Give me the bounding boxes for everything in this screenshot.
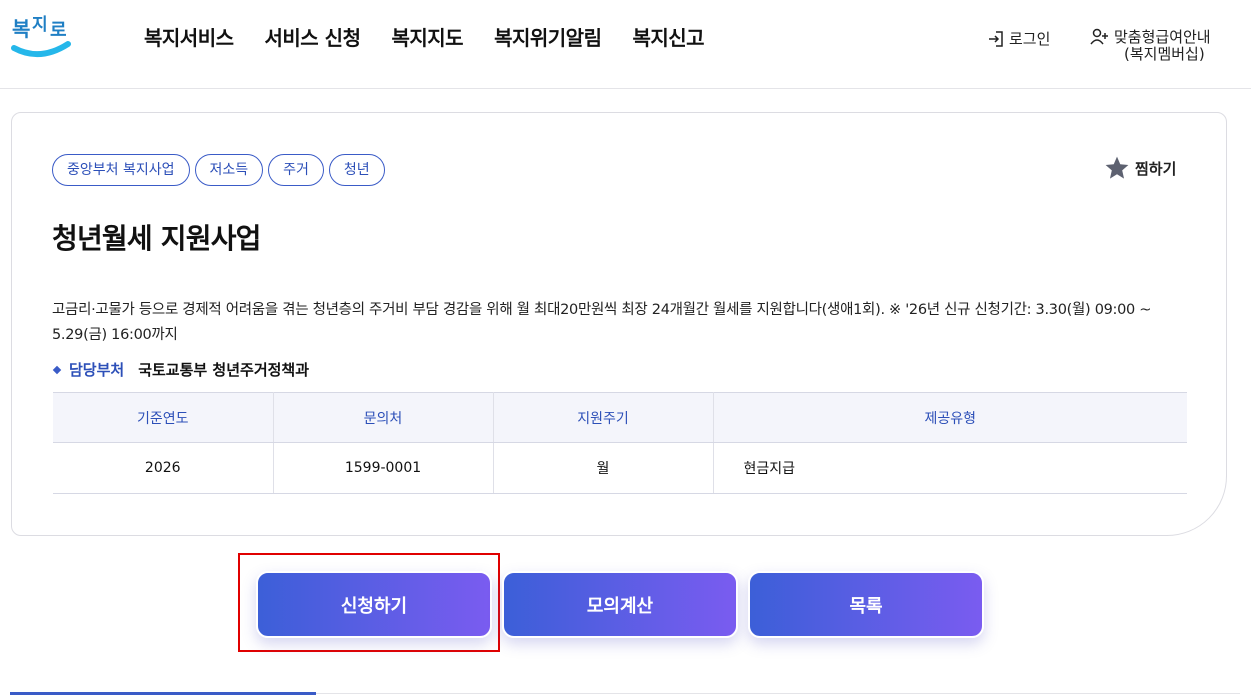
nav-welfare-service[interactable]: 복지서비스: [144, 22, 234, 51]
header-contact: 문의처: [273, 392, 494, 443]
login-icon: [989, 30, 1003, 47]
user-add-icon: [1090, 28, 1108, 45]
logo[interactable]: 복 지 로: [10, 6, 72, 62]
action-buttons: 신청하기 모의계산 목록: [256, 571, 984, 638]
header-support-cycle: 지원주기: [493, 392, 714, 443]
department-value: 국토교통부 청년주거정책과: [138, 361, 310, 379]
service-title: 청년월세 지원사업: [52, 222, 261, 255]
guide-label-line1: 맞춤형급여안내: [1114, 28, 1211, 46]
svg-text:복: 복: [12, 17, 30, 41]
nav-crisis-alert[interactable]: 복지위기알림: [494, 22, 602, 51]
benefit-guide-link[interactable]: 맞춤형급여안내 (복지멤버십): [1090, 28, 1211, 62]
cell-base-year: 2026: [53, 442, 274, 494]
tag-list: 중앙부처 복지사업 저소득 주거 청년: [52, 154, 390, 186]
service-info-table: 기준연도 문의처 지원주기 제공유형 2026 1599-0001 월 현금지급: [53, 392, 1187, 494]
list-button[interactable]: 목록: [748, 571, 984, 638]
favorite-label: 찜하기: [1135, 159, 1177, 178]
svg-text:지: 지: [32, 15, 48, 35]
cell-support-cycle: 월: [493, 442, 714, 494]
header-provision-type: 제공유형: [713, 392, 1187, 443]
cell-provision-type: 현금지급: [713, 442, 1187, 494]
main-nav: 복지서비스 서비스 신청 복지지도 복지위기알림 복지신고: [144, 22, 735, 51]
tag-low-income[interactable]: 저소득: [194, 154, 264, 186]
nav-welfare-map[interactable]: 복지지도: [391, 22, 463, 51]
nav-welfare-report[interactable]: 복지신고: [632, 22, 704, 51]
table-header-row: 기준연도 문의처 지원주기 제공유형: [53, 392, 1187, 443]
department-label: 담당부처: [69, 361, 125, 379]
login-link[interactable]: 로그인: [987, 28, 1050, 49]
login-label: 로그인: [1009, 30, 1051, 48]
service-description: 고금리·고물가 등으로 경제적 어려움을 겪는 청년층의 주거비 부담 경감을 …: [52, 302, 1152, 343]
guide-label-line2: (복지멤버십): [1124, 45, 1205, 63]
tag-central-ministry[interactable]: 중앙부처 복지사업: [52, 154, 190, 186]
simulate-button[interactable]: 모의계산: [502, 571, 738, 638]
nav-service-apply[interactable]: 서비스 신청: [265, 22, 361, 51]
service-detail-card: 중앙부처 복지사업 저소득 주거 청년 찜하기 청년월세 지원사업 고금리·고물…: [11, 112, 1227, 536]
star-icon: [1105, 156, 1129, 179]
department-info: 담당부처 국토교통부 청년주거정책과: [52, 359, 309, 380]
logo-icon: 복 지 로: [11, 15, 71, 57]
apply-button[interactable]: 신청하기: [256, 571, 492, 638]
bullet-icon: [52, 365, 62, 374]
site-header: 복 지 로 복지서비스 서비스 신청 복지지도 복지위기알림 복지신고 로그인 …: [0, 0, 1251, 89]
cell-contact: 1599-0001: [273, 442, 494, 494]
tag-housing[interactable]: 주거: [268, 154, 324, 186]
table-row: 2026 1599-0001 월 현금지급: [53, 442, 1187, 494]
svg-text:로: 로: [50, 20, 67, 41]
header-base-year: 기준연도: [53, 392, 274, 443]
tag-youth[interactable]: 청년: [328, 154, 385, 186]
favorite-button[interactable]: 찜하기: [1104, 155, 1176, 181]
